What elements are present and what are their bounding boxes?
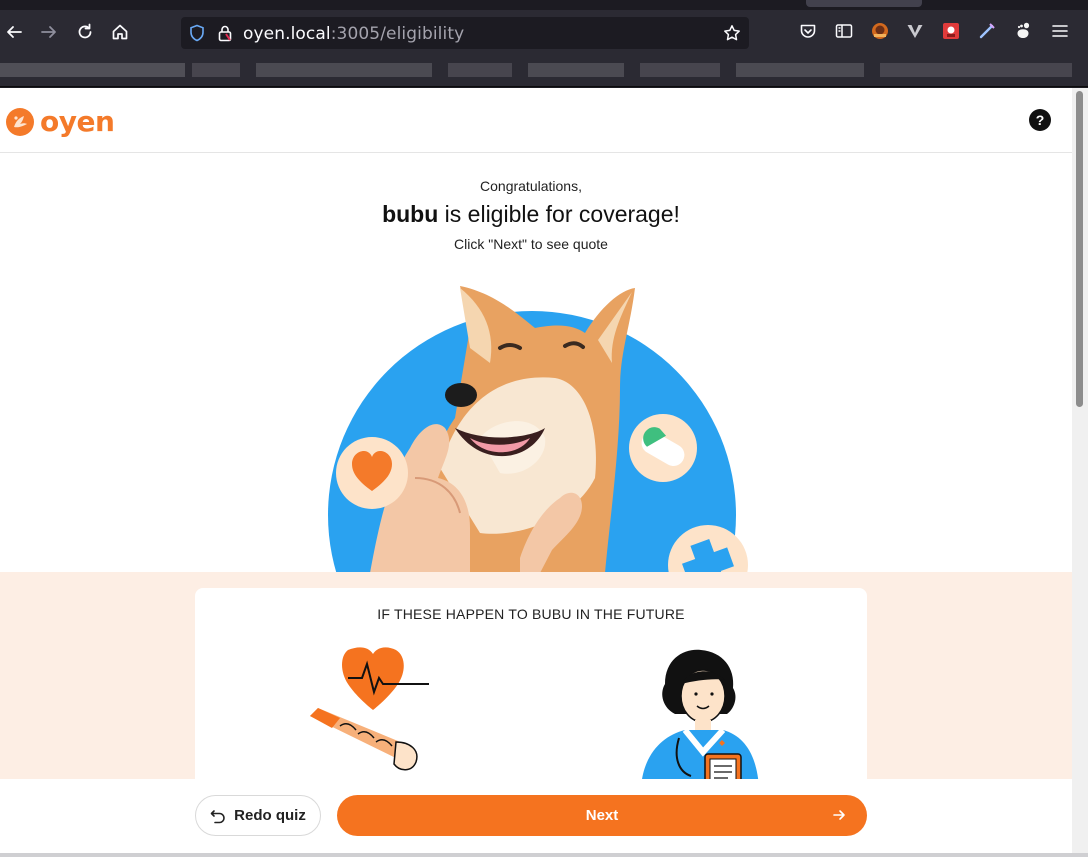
bookmark-item[interactable] bbox=[448, 63, 512, 77]
future-events-card: IF THESE HAPPEN TO BUBU IN THE FUTURE bbox=[195, 588, 867, 788]
menu-icon[interactable] bbox=[1049, 20, 1071, 42]
bookmark-item[interactable] bbox=[256, 63, 432, 77]
coverage-section: IF THESE HAPPEN TO BUBU IN THE FUTURE bbox=[0, 572, 1072, 788]
extension-red-icon[interactable] bbox=[940, 20, 962, 42]
address-bar[interactable]: oyen.local:3005/eligibility bbox=[181, 17, 749, 49]
injury-illustration bbox=[310, 647, 429, 771]
lock-icon[interactable] bbox=[215, 23, 235, 43]
congrats-text: Congratulations, bbox=[480, 178, 582, 194]
hero-dog-illustration bbox=[328, 286, 748, 573]
reload-icon[interactable] bbox=[73, 20, 97, 44]
eligibility-message: Congratulations, bubu is eligible for co… bbox=[0, 178, 1062, 252]
bookmark-item[interactable] bbox=[192, 63, 240, 77]
bookmarks-bar bbox=[0, 55, 1088, 87]
oyen-logo-icon bbox=[6, 107, 34, 136]
bookmark-item[interactable] bbox=[736, 63, 864, 77]
home-icon[interactable] bbox=[108, 20, 132, 44]
url-path: :3005/eligibility bbox=[330, 24, 465, 44]
vet-eye bbox=[694, 692, 698, 696]
vet-illustration bbox=[641, 649, 759, 788]
action-footer: Redo quiz Next bbox=[0, 779, 1072, 853]
eligible-heading: bubu is eligible for coverage! bbox=[0, 201, 1062, 228]
oyen-logo[interactable]: oyen bbox=[5, 105, 115, 138]
tab-strip bbox=[0, 0, 1088, 10]
dog-nose bbox=[445, 383, 477, 407]
undo-icon bbox=[210, 809, 225, 823]
page-viewport: oyen ? Congratulations, bubu is eligible… bbox=[0, 88, 1072, 853]
next-hint: Click "Next" to see quote bbox=[454, 236, 608, 252]
extension-gnome-icon[interactable] bbox=[1012, 20, 1034, 42]
redo-quiz-label: Redo quiz bbox=[234, 807, 306, 824]
sidebar-icon[interactable] bbox=[833, 20, 855, 42]
bookmark-item[interactable] bbox=[528, 63, 624, 77]
next-label: Next bbox=[585, 807, 619, 824]
scrollbar-thumb[interactable] bbox=[1076, 91, 1083, 407]
card-title: IF THESE HAPPEN TO BUBU IN THE FUTURE bbox=[377, 606, 685, 622]
next-button[interactable]: Next bbox=[337, 795, 867, 836]
eligible-text: is eligible for coverage! bbox=[438, 201, 680, 227]
bookmark-item[interactable] bbox=[0, 63, 185, 77]
back-icon[interactable] bbox=[2, 20, 26, 44]
extension-wand-icon[interactable] bbox=[976, 20, 998, 42]
site-header: oyen ? bbox=[0, 88, 1072, 153]
arrow-right-icon bbox=[833, 810, 845, 820]
url-text: oyen.local:3005/eligibility bbox=[243, 24, 464, 44]
page-scrollbar[interactable] bbox=[1072, 88, 1088, 853]
window-bottom-edge bbox=[0, 853, 1088, 857]
active-tab[interactable] bbox=[806, 0, 922, 7]
url-host: oyen.local bbox=[243, 24, 331, 44]
redo-quiz-button[interactable]: Redo quiz bbox=[195, 795, 321, 836]
bookmark-star-icon[interactable] bbox=[722, 23, 742, 43]
brand-wordmark: oyen bbox=[40, 105, 115, 138]
vet-eye bbox=[710, 692, 714, 696]
forward-icon[interactable] bbox=[37, 20, 61, 44]
paw-tip bbox=[393, 741, 418, 771]
extension-v-icon[interactable] bbox=[904, 20, 926, 42]
pet-name: bubu bbox=[382, 201, 439, 227]
pocket-icon[interactable] bbox=[797, 20, 819, 42]
extension-avatar-icon[interactable] bbox=[869, 20, 891, 42]
bookmark-item[interactable] bbox=[640, 63, 720, 77]
browser-toolbar: oyen.local:3005/eligibility bbox=[0, 10, 1088, 55]
bookmark-item[interactable] bbox=[880, 63, 1072, 77]
shield-icon[interactable] bbox=[187, 23, 207, 43]
help-button[interactable]: ? bbox=[1029, 109, 1051, 131]
